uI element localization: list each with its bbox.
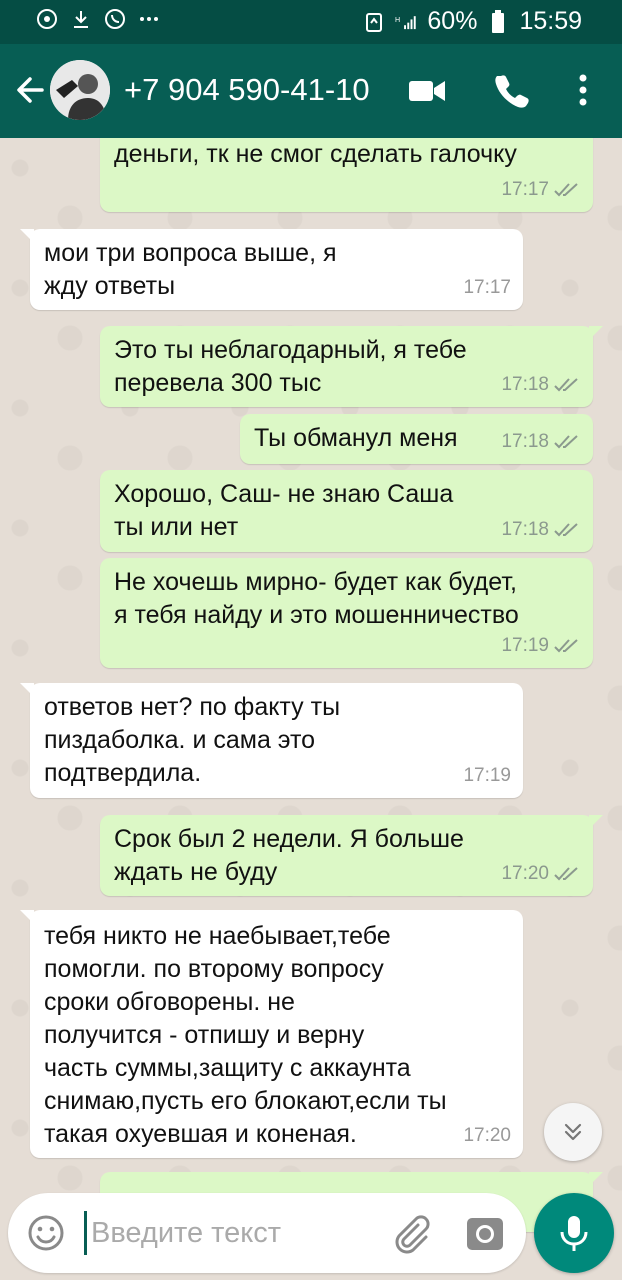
phone-icon <box>104 8 126 30</box>
battery-icon <box>487 9 509 33</box>
bubble-tail <box>20 229 34 243</box>
bubble-tail <box>20 910 34 924</box>
message-incoming[interactable]: ответов нет? по факту ты пиздаболка. и с… <box>20 683 523 798</box>
paperclip-icon[interactable] <box>388 1211 432 1255</box>
back-arrow-icon[interactable] <box>10 70 50 110</box>
chevron-double-down-icon <box>564 1123 582 1141</box>
double-check-icon <box>554 434 578 448</box>
more-dots-icon <box>138 8 160 30</box>
message-text: Срок был 2 недели. Я больше ждать не буд… <box>114 825 464 886</box>
message-meta: 17:19 <box>501 629 581 662</box>
chat-header: +7 904 590-41-10 <box>0 44 622 138</box>
video-call-icon[interactable] <box>407 74 447 108</box>
status-bar-left <box>36 8 160 30</box>
message-text: ответов нет? по факту ты пиздаболка. и с… <box>44 693 341 787</box>
scroll-to-bottom-button[interactable] <box>544 1103 602 1161</box>
message-outgoing[interactable]: Срок был 2 недели. Я больше ждать не буд… <box>100 815 603 896</box>
overflow-menu-icon[interactable] <box>568 70 598 110</box>
message-incoming[interactable]: мои три вопроса выше, я жду ответы 17:17 <box>20 229 523 310</box>
message-composer <box>8 1193 526 1273</box>
message-meta: 17:20 <box>501 857 581 890</box>
battery-saver-icon <box>363 11 385 33</box>
message-time: 17:20 <box>463 1125 511 1146</box>
microphone-icon <box>560 1216 588 1251</box>
message-text: мои три вопроса выше, я жду ответы <box>44 239 337 300</box>
message-meta: 17:18 <box>501 425 581 458</box>
message-meta: 17:20 <box>463 1119 511 1152</box>
message-time: 17:19 <box>463 765 511 786</box>
message-meta: 17:18 <box>501 513 581 546</box>
message-meta: 17:17 <box>501 173 581 206</box>
bubble-tail <box>589 326 603 340</box>
message-outgoing[interactable]: Это ты неблагодарный, я тебе перевела 30… <box>100 326 603 407</box>
message-time: 17:18 <box>501 374 549 395</box>
message-incoming[interactable]: тебя никто не наебывает,тебе помогли. по… <box>20 910 523 1158</box>
message-time: 17:18 <box>501 431 549 452</box>
message-time: 17:20 <box>501 863 549 884</box>
status-bar: H 60% 15:59 <box>0 0 622 44</box>
message-meta: 17:17 <box>463 271 511 304</box>
message-outgoing[interactable]: Ты обманул меня 17:18 <box>240 414 593 464</box>
status-bar-right: H 60% 15:59 <box>363 7 582 36</box>
vpn-icon <box>36 8 58 30</box>
voice-call-icon[interactable] <box>492 70 532 110</box>
avatar[interactable] <box>50 60 110 120</box>
message-text: тебя никто не наебывает,тебе помогли. по… <box>44 922 447 1148</box>
message-meta: 17:19 <box>463 759 511 792</box>
svg-text:H: H <box>395 16 400 24</box>
contact-name[interactable]: +7 904 590-41-10 <box>124 72 370 108</box>
message-outgoing[interactable]: Не хочешь мирно- будет как будет, я тебя… <box>100 558 593 668</box>
message-outgoing[interactable]: Хорошо, Саш- не знаю Саша ты или нет 17:… <box>100 470 593 552</box>
message-text: деньги, тк не смог сделать галочку <box>114 140 517 168</box>
message-time: 17:18 <box>501 519 549 540</box>
message-text: Хорошо, Саш- не знаю Саша ты или нет <box>114 480 454 541</box>
bubble-tail <box>589 1172 603 1186</box>
message-input[interactable] <box>84 1211 374 1255</box>
bubble-tail <box>589 815 603 829</box>
download-icon <box>70 8 92 30</box>
battery-percent: 60% <box>427 7 478 35</box>
microphone-button[interactable] <box>534 1193 614 1273</box>
message-text: Это ты неблагодарный, я тебе перевела 30… <box>114 336 467 397</box>
message-text: Не хочешь мирно- будет как будет, я тебя… <box>114 568 519 629</box>
chat-area[interactable]: деньги, тк не смог сделать галочку 17:17… <box>0 138 622 1280</box>
message-meta: 17:18 <box>501 368 581 401</box>
camera-icon[interactable] <box>464 1212 506 1254</box>
double-check-icon <box>554 182 578 196</box>
message-time: 17:19 <box>501 635 549 656</box>
double-check-icon <box>554 377 578 391</box>
clock: 15:59 <box>519 7 582 35</box>
message-outgoing[interactable]: деньги, тк не смог сделать галочку 17:17 <box>100 138 593 212</box>
double-check-icon <box>554 638 578 652</box>
message-time: 17:17 <box>463 277 511 298</box>
double-check-icon <box>554 522 578 536</box>
bubble-tail <box>20 683 34 697</box>
double-check-icon <box>554 866 578 880</box>
signal-icon: H <box>395 11 417 33</box>
message-time: 17:17 <box>501 179 549 200</box>
emoji-icon[interactable] <box>26 1213 66 1253</box>
